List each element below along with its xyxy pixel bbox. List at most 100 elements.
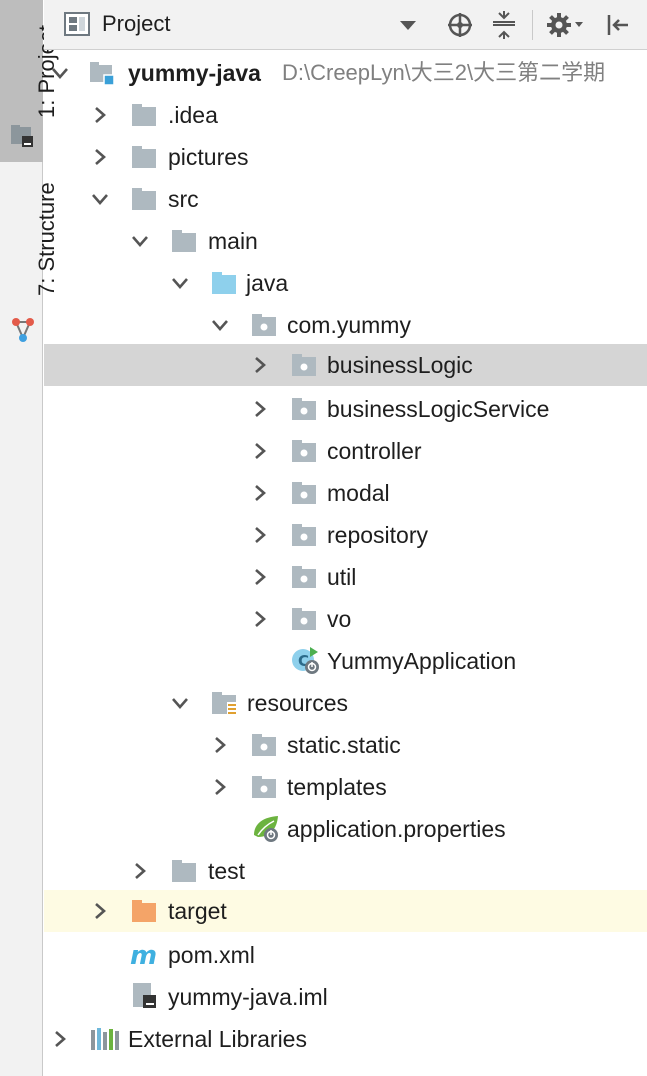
tree-node-label: com.yummy — [287, 312, 411, 338]
package-icon — [292, 398, 316, 420]
chevron-right-icon[interactable] — [250, 355, 270, 375]
chevron-right-icon[interactable] — [250, 399, 270, 419]
chevron-right-icon[interactable] — [50, 1029, 70, 1049]
package-icon — [292, 566, 316, 588]
project-toolbar: Project — [44, 0, 647, 50]
chevron-down-icon[interactable] — [210, 315, 230, 335]
tree-node-label: target — [168, 898, 227, 924]
chevron-right-icon[interactable] — [210, 777, 230, 797]
chevron-right-icon[interactable] — [250, 441, 270, 461]
project-tree: yummy-java D:\CreepLyn\大三2\大三第二学期 .idea … — [44, 50, 647, 1076]
project-view-icon — [64, 12, 90, 36]
tree-node-label: controller — [327, 438, 422, 464]
folder-icon — [132, 104, 156, 126]
chevron-down-icon[interactable] — [130, 231, 150, 251]
dropdown-arrow-icon[interactable] — [394, 11, 422, 39]
tree-node-label: businessLogicService — [327, 396, 550, 422]
tree-node-label: pom.xml — [168, 942, 255, 968]
hide-icon[interactable] — [604, 11, 632, 39]
settings-icon[interactable] — [546, 11, 586, 39]
tree-node-label: yummy-java.iml — [168, 984, 328, 1010]
tree-node-static-static[interactable]: static.static — [44, 724, 647, 766]
svg-text:m: m — [130, 942, 157, 968]
chevron-right-icon[interactable] — [250, 525, 270, 545]
spring-properties-icon — [254, 816, 278, 842]
tree-node-controller[interactable]: controller — [44, 430, 647, 472]
chevron-right-icon[interactable] — [250, 567, 270, 587]
module-folder-icon — [90, 62, 115, 86]
chevron-down-icon[interactable] — [170, 693, 190, 713]
package-icon — [292, 524, 316, 546]
tree-node-businesslogicservice[interactable]: businessLogicService — [44, 388, 647, 430]
tree-node-util[interactable]: util — [44, 556, 647, 598]
tree-node-label: java — [246, 270, 289, 296]
module-path: D:\CreepLyn\大三2\大三第二学期 — [282, 60, 606, 85]
tree-node-label: test — [208, 858, 246, 884]
chevron-right-icon[interactable] — [130, 861, 150, 881]
tree-node-label: application.properties — [287, 816, 506, 842]
chevron-right-icon[interactable] — [90, 901, 110, 921]
tree-node-external-libraries[interactable]: External Libraries — [44, 1018, 647, 1060]
tree-node-target[interactable]: target — [44, 890, 647, 932]
tree-node-label: External Libraries — [128, 1026, 307, 1052]
tree-node-label: modal — [327, 480, 390, 506]
tree-node-resources[interactable]: resources — [44, 682, 647, 724]
tool-window-strip: 1: Project 7: Structure — [0, 0, 59, 1076]
tree-node-pom-xml[interactable]: m pom.xml — [44, 934, 647, 976]
tree-node-test[interactable]: test — [44, 850, 647, 892]
tree-node-templates[interactable]: templates — [44, 766, 647, 808]
tree-node-main[interactable]: main — [44, 220, 647, 262]
tree-node-idea[interactable]: .idea — [44, 94, 647, 136]
tree-node-label: repository — [327, 522, 428, 548]
folder-icon — [172, 860, 196, 882]
tree-node-yummy-java[interactable]: yummy-java D:\CreepLyn\大三2\大三第二学期 — [44, 52, 647, 94]
package-icon — [252, 314, 276, 336]
project-tab-icon — [11, 125, 33, 147]
tree-node-label: util — [327, 564, 357, 590]
iml-file-icon — [133, 983, 156, 1008]
chevron-right-icon[interactable] — [90, 105, 110, 125]
tree-node-label: vo — [327, 606, 352, 632]
package-icon — [252, 776, 276, 798]
chevron-right-icon[interactable] — [210, 735, 230, 755]
chevron-down-icon[interactable] — [170, 273, 190, 293]
tree-node-pictures[interactable]: pictures — [44, 136, 647, 178]
chevron-right-icon[interactable] — [250, 609, 270, 629]
excluded-folder-icon — [132, 900, 156, 922]
tree-node-modal[interactable]: modal — [44, 472, 647, 514]
folder-icon — [172, 230, 196, 252]
chevron-right-icon[interactable] — [250, 483, 270, 503]
toolbar-divider — [532, 10, 533, 40]
libraries-icon — [91, 1028, 119, 1050]
tree-node-label: resources — [247, 690, 348, 716]
package-icon — [292, 608, 316, 630]
tree-node-java[interactable]: java — [44, 262, 647, 304]
tree-node-repository[interactable]: repository — [44, 514, 647, 556]
folder-icon — [132, 188, 156, 210]
tree-node-application-properties[interactable]: application.properties — [44, 808, 647, 850]
tree-node-label: static.static — [287, 732, 401, 758]
project-tool-tab[interactable]: 1: Project — [0, 0, 59, 162]
package-icon — [252, 734, 276, 756]
tree-node-label: templates — [287, 774, 387, 800]
tree-node-label: src — [168, 186, 199, 212]
spring-boot-class-icon: C — [292, 647, 319, 674]
tree-node-yummyapplication[interactable]: C YummyApplication — [44, 640, 647, 682]
chevron-down-icon[interactable] — [50, 63, 70, 83]
folder-icon — [132, 146, 156, 168]
view-title[interactable]: Project — [102, 11, 170, 37]
collapse-all-icon[interactable] — [490, 11, 518, 39]
package-icon — [292, 440, 316, 462]
tree-node-com-yummy[interactable]: com.yummy — [44, 304, 647, 346]
chevron-right-icon[interactable] — [90, 147, 110, 167]
tree-node-businesslogic[interactable]: businessLogic — [44, 344, 647, 386]
tree-node-yummy-java-iml[interactable]: yummy-java.iml — [44, 976, 647, 1018]
project-tool-window: 1: Project 7: Structure Project yummy-ja… — [0, 0, 647, 1076]
tree-node-label: businessLogic — [327, 352, 473, 378]
structure-tool-tab[interactable]: 7: Structure — [0, 178, 59, 354]
chevron-down-icon[interactable] — [90, 189, 110, 209]
tree-node-vo[interactable]: vo — [44, 598, 647, 640]
structure-tab-icon — [12, 318, 34, 342]
tree-node-src[interactable]: src — [44, 178, 647, 220]
locate-icon[interactable] — [446, 11, 474, 39]
